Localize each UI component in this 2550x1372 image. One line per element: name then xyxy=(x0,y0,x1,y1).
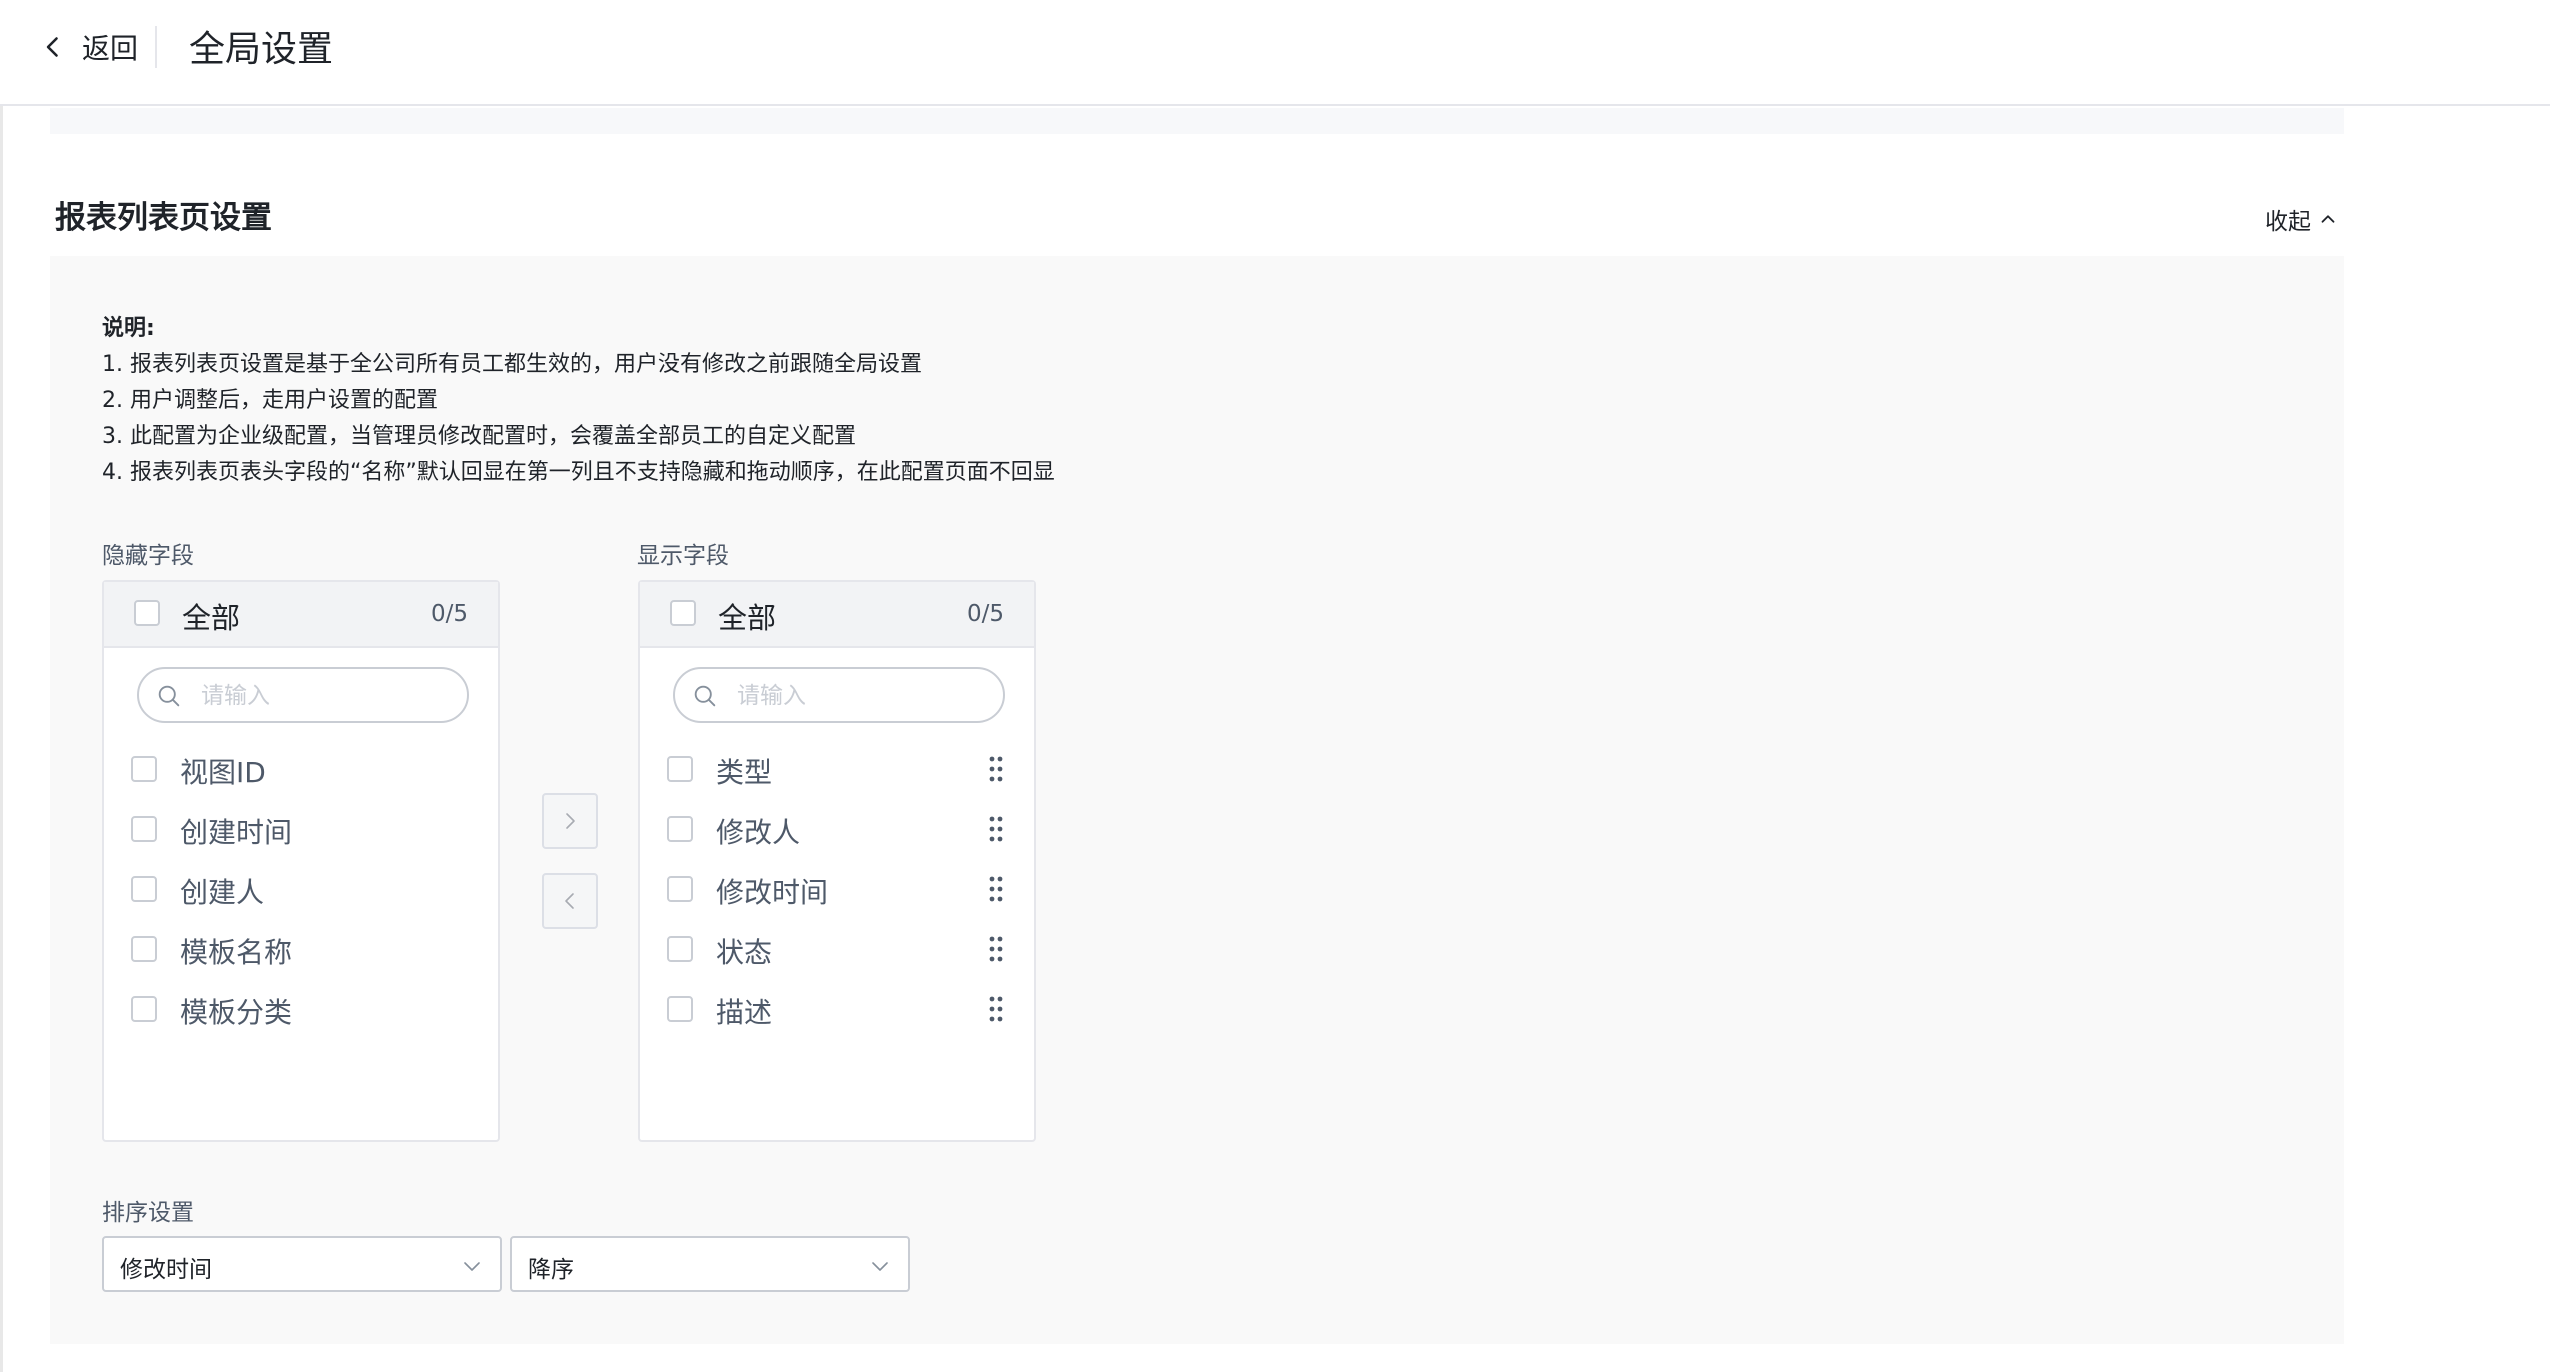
collapse-button[interactable]: 收起 xyxy=(2265,202,2339,236)
item-checkbox[interactable] xyxy=(131,936,157,962)
item-label: 修改人 xyxy=(716,816,801,849)
description-line: 4. 报表列表页表头字段的“名称”默认回显在第一列且不支持隐藏和拖动顺序，在此配… xyxy=(102,460,1055,485)
item-label: 创建人 xyxy=(180,876,265,909)
page-title: 全局设置 xyxy=(189,29,334,70)
section-title: 报表列表页设置 xyxy=(55,200,272,236)
list-item[interactable]: 模板名称 xyxy=(104,924,498,974)
sort-order-value: 降序 xyxy=(528,1257,574,1283)
hidden-fields-header: 全部 0/5 xyxy=(104,582,498,648)
sort-order-select[interactable]: 降序 xyxy=(510,1236,910,1292)
shown-fields-list: 全部 0/5 类型 修改人 修改时间 xyxy=(638,580,1036,1142)
back-button[interactable]: 返回 xyxy=(36,24,138,70)
drag-handle-icon[interactable] xyxy=(988,755,1004,783)
hidden-fields-label: 隐藏字段 xyxy=(102,543,194,569)
sort-field-value: 修改时间 xyxy=(120,1257,212,1283)
description-line: 3. 此配置为企业级配置，当管理员修改配置时，会覆盖全部员工的自定义配置 xyxy=(102,424,856,449)
hidden-search xyxy=(137,667,469,723)
chevron-left-icon xyxy=(46,37,58,57)
shown-fields-header: 全部 0/5 xyxy=(640,582,1034,648)
back-label: 返回 xyxy=(82,32,139,65)
hidden-select-all-checkbox[interactable] xyxy=(134,600,160,626)
item-label: 状态 xyxy=(716,936,773,969)
item-label: 模板名称 xyxy=(180,936,293,969)
chevron-down-icon xyxy=(464,1262,480,1271)
sort-field-select[interactable]: 修改时间 xyxy=(102,1236,502,1292)
item-label: 修改时间 xyxy=(716,876,829,909)
item-checkbox[interactable] xyxy=(667,936,693,962)
chevron-up-icon xyxy=(2321,215,2335,223)
item-checkbox[interactable] xyxy=(667,816,693,842)
list-item[interactable]: 模板分类 xyxy=(104,984,498,1034)
item-checkbox[interactable] xyxy=(667,996,693,1022)
list-item[interactable]: 状态 xyxy=(640,924,1034,974)
item-checkbox[interactable] xyxy=(131,816,157,842)
drag-handle-icon[interactable] xyxy=(988,935,1004,963)
list-item[interactable]: 创建时间 xyxy=(104,804,498,854)
drag-handle-icon[interactable] xyxy=(988,815,1004,843)
item-checkbox[interactable] xyxy=(667,756,693,782)
description-title: 说明: xyxy=(102,316,155,341)
list-item[interactable]: 修改时间 xyxy=(640,864,1034,914)
top-bar: 返回 全局设置 xyxy=(0,0,2550,106)
hidden-fields-list: 全部 0/5 视图ID 创建时间 创建人 模板名称 模板分类 xyxy=(102,580,500,1142)
left-border xyxy=(0,0,3,1372)
header-divider xyxy=(155,26,157,68)
previous-section-strip xyxy=(50,108,2344,134)
move-left-button[interactable] xyxy=(542,873,598,929)
collapse-label: 收起 xyxy=(2265,209,2311,235)
list-item[interactable]: 修改人 xyxy=(640,804,1034,854)
item-label: 描述 xyxy=(716,996,773,1029)
hidden-search-input[interactable] xyxy=(199,677,453,715)
description-line: 2. 用户调整后，走用户设置的配置 xyxy=(102,388,438,413)
shown-count: 0/5 xyxy=(966,601,1004,627)
item-checkbox[interactable] xyxy=(131,876,157,902)
hidden-count: 0/5 xyxy=(430,601,468,627)
item-checkbox[interactable] xyxy=(131,996,157,1022)
shown-fields-label: 显示字段 xyxy=(637,543,729,569)
description-line: 1. 报表列表页设置是基于全公司所有员工都生效的，用户没有修改之前跟随全局设置 xyxy=(102,352,922,377)
shown-select-all-checkbox[interactable] xyxy=(670,600,696,626)
chevron-left-icon xyxy=(565,893,574,909)
item-label: 视图ID xyxy=(180,756,266,789)
item-label: 创建时间 xyxy=(180,816,293,849)
list-item[interactable]: 描述 xyxy=(640,984,1034,1034)
sort-settings-label: 排序设置 xyxy=(102,1200,194,1226)
shown-search xyxy=(673,667,1005,723)
list-item[interactable]: 创建人 xyxy=(104,864,498,914)
list-item[interactable]: 视图ID xyxy=(104,744,498,794)
shown-select-all-label: 全部 xyxy=(718,601,777,635)
list-item[interactable]: 类型 xyxy=(640,744,1034,794)
search-icon xyxy=(158,685,180,707)
chevron-down-icon xyxy=(872,1262,888,1271)
item-label: 类型 xyxy=(716,756,773,789)
item-checkbox[interactable] xyxy=(131,756,157,782)
drag-handle-icon[interactable] xyxy=(988,995,1004,1023)
chevron-right-icon xyxy=(566,813,575,829)
shown-search-input[interactable] xyxy=(735,677,989,715)
drag-handle-icon[interactable] xyxy=(988,875,1004,903)
item-label: 模板分类 xyxy=(180,996,293,1029)
move-right-button[interactable] xyxy=(542,793,598,849)
search-icon xyxy=(694,685,716,707)
item-checkbox[interactable] xyxy=(667,876,693,902)
hidden-select-all-label: 全部 xyxy=(182,601,241,635)
